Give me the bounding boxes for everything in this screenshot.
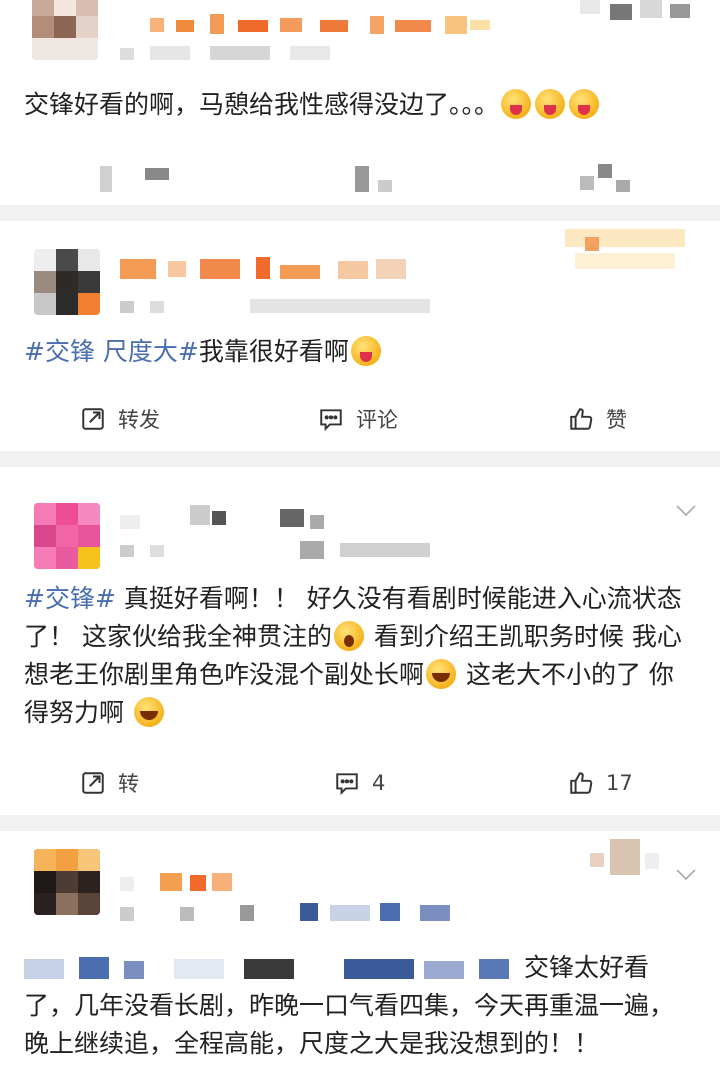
topic-hashtag[interactable]: #交锋 尺度大# bbox=[24, 337, 199, 366]
post-2: #交锋 尺度大#我靠很好看啊 转发 评论 赞 bbox=[0, 221, 720, 451]
repost-button[interactable]: 转 bbox=[80, 755, 139, 811]
post-text-main: 我靠很好看啊 bbox=[198, 337, 349, 366]
post-text: 交锋太好看了，几年没看长剧，昨晚一口气看四集，今天再重温一遍，晚上继续追，全程高… bbox=[24, 949, 696, 1063]
comment-button[interactable]: 评论 bbox=[318, 391, 398, 447]
blurred-badge bbox=[590, 833, 670, 883]
chevron-down-icon[interactable] bbox=[676, 869, 696, 881]
post-4: 交锋太好看了，几年没看长剧，昨晚一口气看四集，今天再重温一遍，晚上继续追，全程高… bbox=[0, 831, 720, 1080]
repost-icon bbox=[82, 408, 104, 430]
avatar[interactable] bbox=[34, 849, 100, 915]
blurred-badge bbox=[565, 223, 685, 273]
avatar[interactable] bbox=[34, 503, 100, 569]
blurred-username bbox=[120, 501, 340, 531]
repost-button[interactable]: 转发 bbox=[80, 391, 160, 447]
chevron-down-icon[interactable] bbox=[676, 505, 696, 517]
topic-hashtag[interactable]: #交锋# bbox=[24, 584, 116, 613]
like-count: 17 bbox=[606, 771, 633, 795]
like-label: 赞 bbox=[606, 408, 627, 432]
weibo-comment-feed: 交锋好看的啊，马憩给我性感得没边了。。。 #交锋 尺度大#我靠很好看啊 转发 评… bbox=[0, 0, 720, 1080]
blurred-post-meta bbox=[120, 297, 440, 317]
comment-label: 评论 bbox=[356, 408, 398, 432]
thumbs-up-icon bbox=[570, 772, 593, 794]
post-text-main: 交锋好看的啊，马憩给我性感得没边了。。。 bbox=[24, 90, 500, 119]
avatar[interactable] bbox=[32, 0, 98, 60]
thumbs-up-icon bbox=[570, 408, 593, 430]
shocked-emoji bbox=[333, 621, 364, 651]
post-text-main: 交锋太好看了，几年没看长剧，昨晚一口气看四集，今天再重温一遍，晚上继续追，全程高… bbox=[24, 953, 675, 1058]
comment-count: 4 bbox=[372, 771, 386, 795]
blurred-username bbox=[150, 10, 500, 38]
tongue-emoji bbox=[350, 336, 381, 366]
blurred-post-meta bbox=[120, 541, 440, 561]
post-separator bbox=[0, 815, 720, 831]
tongue-emoji bbox=[535, 89, 566, 119]
comment-icon bbox=[320, 409, 342, 432]
post-separator bbox=[0, 451, 720, 467]
post-text: #交锋# 真挺好看啊！！ 好久没有看剧时候能进入心流状态了！ 这家伙给我全神贯注… bbox=[24, 580, 696, 732]
post-text: #交锋 尺度大#我靠很好看啊 bbox=[24, 333, 696, 371]
tongue-emoji bbox=[501, 89, 532, 119]
like-button[interactable]: 赞 bbox=[568, 391, 627, 447]
laugh-cry-emoji bbox=[426, 659, 457, 689]
action-bar: 转发 评论 赞 bbox=[0, 391, 720, 447]
post-text: 交锋好看的啊，马憩给我性感得没边了。。。 bbox=[24, 86, 696, 124]
blurred-post-meta bbox=[120, 44, 340, 64]
blurred-username bbox=[120, 255, 420, 283]
blurred-action-bar bbox=[0, 152, 720, 208]
blurred-post-meta bbox=[120, 903, 460, 925]
repost-icon bbox=[82, 772, 104, 794]
comment-icon bbox=[336, 773, 358, 796]
post-3: #交锋# 真挺好看啊！！ 好久没有看剧时候能进入心流状态了！ 这家伙给我全神贯注… bbox=[0, 467, 720, 815]
laugh-cry-emoji bbox=[133, 697, 164, 727]
tongue-emoji bbox=[569, 89, 600, 119]
blurred-username bbox=[120, 869, 240, 895]
post-1: 交锋好看的啊，马憩给我性感得没边了。。。 bbox=[0, 0, 720, 205]
post-separator bbox=[0, 205, 720, 221]
like-button[interactable]: 17 bbox=[568, 755, 633, 811]
comment-button[interactable]: 4 bbox=[334, 755, 385, 811]
avatar[interactable] bbox=[34, 249, 100, 315]
repost-label: 转 bbox=[118, 772, 139, 796]
action-bar: 转 4 17 bbox=[0, 755, 720, 811]
blurred-badge bbox=[580, 0, 690, 24]
repost-label: 转发 bbox=[118, 408, 160, 432]
